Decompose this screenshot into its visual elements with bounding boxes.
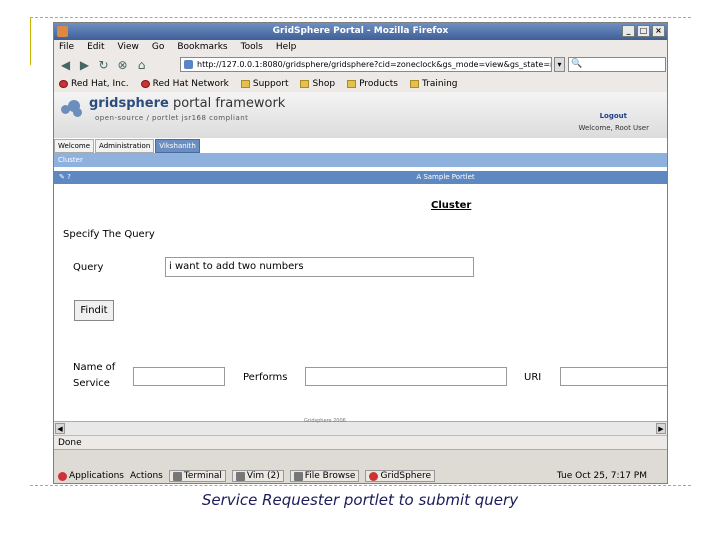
cluster-heading: Cluster: [431, 200, 472, 211]
gridsphere-logo-icon: [61, 98, 87, 118]
logout-link[interactable]: Logout: [600, 112, 627, 120]
folder-icon: [293, 471, 303, 481]
search-icon: 🔍: [571, 59, 583, 69]
actions-menu[interactable]: Actions: [130, 471, 163, 481]
task-terminal[interactable]: Terminal: [168, 470, 226, 482]
redhat-icon: [58, 471, 67, 481]
folder-icon: [300, 80, 310, 88]
redhat-icon: [140, 80, 150, 88]
vim-icon: [235, 471, 245, 481]
address-dropdown-icon[interactable]: ▾: [554, 57, 565, 72]
horizontal-scrollbar[interactable]: ◀ Gridsphere 2006 ▶: [54, 418, 667, 435]
query-label: Query: [73, 262, 104, 273]
applications-menu[interactable]: Applications: [58, 471, 124, 481]
minimize-button[interactable]: _: [622, 25, 635, 37]
search-input[interactable]: 🔍: [568, 57, 666, 72]
folder-icon: [240, 80, 250, 88]
portal-header: gridsphere portal framework open-source …: [54, 92, 667, 138]
uri-label: URI: [524, 372, 542, 383]
bookmark-shop[interactable]: Shop: [300, 79, 335, 89]
tab-administration[interactable]: Administration: [95, 139, 155, 153]
uri-field[interactable]: [560, 367, 667, 386]
scroll-right-icon[interactable]: ▶: [656, 423, 666, 434]
task-vim[interactable]: Vim (2): [231, 470, 284, 482]
portal-tagline: open-source / portlet jsr168 compliant: [95, 114, 249, 122]
task-gridsphere[interactable]: GridSphere: [365, 470, 436, 482]
slide-caption: Service Requester portlet to submit quer…: [201, 491, 519, 509]
back-icon[interactable]: ◀: [58, 58, 73, 73]
bookmark-training[interactable]: Training: [409, 79, 458, 89]
scroll-left-icon[interactable]: ◀: [55, 423, 65, 434]
tab-vikshanith[interactable]: Vikshanith: [155, 139, 200, 153]
address-bar[interactable]: http://127.0.0.1:8080/gridsphere/gridsph…: [180, 57, 552, 72]
bookmark-rhn[interactable]: Red Hat Network: [140, 79, 229, 89]
menu-view[interactable]: View: [118, 40, 139, 54]
address-url: http://127.0.0.1:8080/gridsphere/gridsph…: [197, 60, 552, 69]
taskbar-clock[interactable]: Tue Oct 25, 7:17 PM: [557, 471, 667, 481]
findit-button[interactable]: Findit: [74, 300, 114, 321]
tab-welcome[interactable]: Welcome: [54, 139, 95, 153]
window-title: GridSphere Portal - Mozilla Firefox: [272, 26, 449, 36]
status-bar: Done: [54, 435, 667, 449]
forward-icon[interactable]: ▶: [77, 58, 92, 73]
slide-top-rule: [30, 17, 691, 18]
portlet-titlebar: ✎ ? A Sample Portlet: [54, 171, 667, 184]
menu-edit[interactable]: Edit: [87, 40, 104, 54]
stop-icon[interactable]: ⊗: [115, 58, 130, 73]
menu-bar: File Edit View Go Bookmarks Tools Help: [54, 40, 667, 54]
menu-go[interactable]: Go: [152, 40, 164, 54]
home-icon[interactable]: ⌂: [134, 58, 149, 73]
menu-tools[interactable]: Tools: [241, 40, 263, 54]
site-favicon-icon: [184, 60, 193, 69]
window-titlebar: GridSphere Portal - Mozilla Firefox _ □ …: [54, 23, 667, 40]
desktop-taskbar: Applications Actions Terminal Vim (2) Fi…: [54, 449, 667, 483]
portal-brand: gridsphere portal framework: [89, 96, 286, 111]
welcome-text: Welcome, Root User: [578, 124, 649, 132]
slide-bottom-rule: [30, 485, 691, 486]
slide-left-rule: [30, 17, 31, 65]
service-name-field[interactable]: [133, 367, 225, 386]
query-input[interactable]: i want to add two numbers: [165, 257, 474, 277]
specify-query-label: Specify The Query: [63, 229, 155, 240]
service-name-label: Name of Service: [73, 362, 116, 389]
redhat-icon: [59, 80, 68, 88]
portlet-title: A Sample Portlet: [416, 173, 475, 181]
menu-bookmarks[interactable]: Bookmarks: [177, 40, 227, 54]
portal-tabs: Welcome Administration Vikshanith: [54, 139, 667, 153]
bookmark-redhat[interactable]: Red Hat, Inc.: [59, 79, 129, 89]
bookmark-support[interactable]: Support: [240, 79, 288, 89]
maximize-button[interactable]: □: [637, 25, 650, 37]
menu-file[interactable]: File: [59, 40, 74, 54]
bookmarks-toolbar: Red Hat, Inc. Red Hat Network Support Sh…: [54, 76, 667, 92]
close-button[interactable]: ×: [652, 25, 665, 37]
subnav-cluster[interactable]: Cluster: [54, 153, 667, 167]
performs-label: Performs: [243, 372, 288, 383]
bookmark-products[interactable]: Products: [347, 79, 398, 89]
folder-icon: [409, 80, 419, 88]
terminal-icon: [172, 471, 182, 481]
page-content: gridsphere portal framework open-source …: [54, 92, 667, 421]
task-file-browser[interactable]: File Browse: [289, 470, 360, 482]
menu-help[interactable]: Help: [276, 40, 297, 54]
browser-window: GridSphere Portal - Mozilla Firefox _ □ …: [53, 22, 668, 484]
reload-icon[interactable]: ↻: [96, 58, 111, 73]
performs-field[interactable]: [305, 367, 507, 386]
page-footer-text: Gridsphere 2006: [304, 418, 346, 424]
firefox-icon: [369, 471, 379, 481]
folder-icon: [347, 80, 357, 88]
window-menu-icon[interactable]: [57, 26, 68, 37]
